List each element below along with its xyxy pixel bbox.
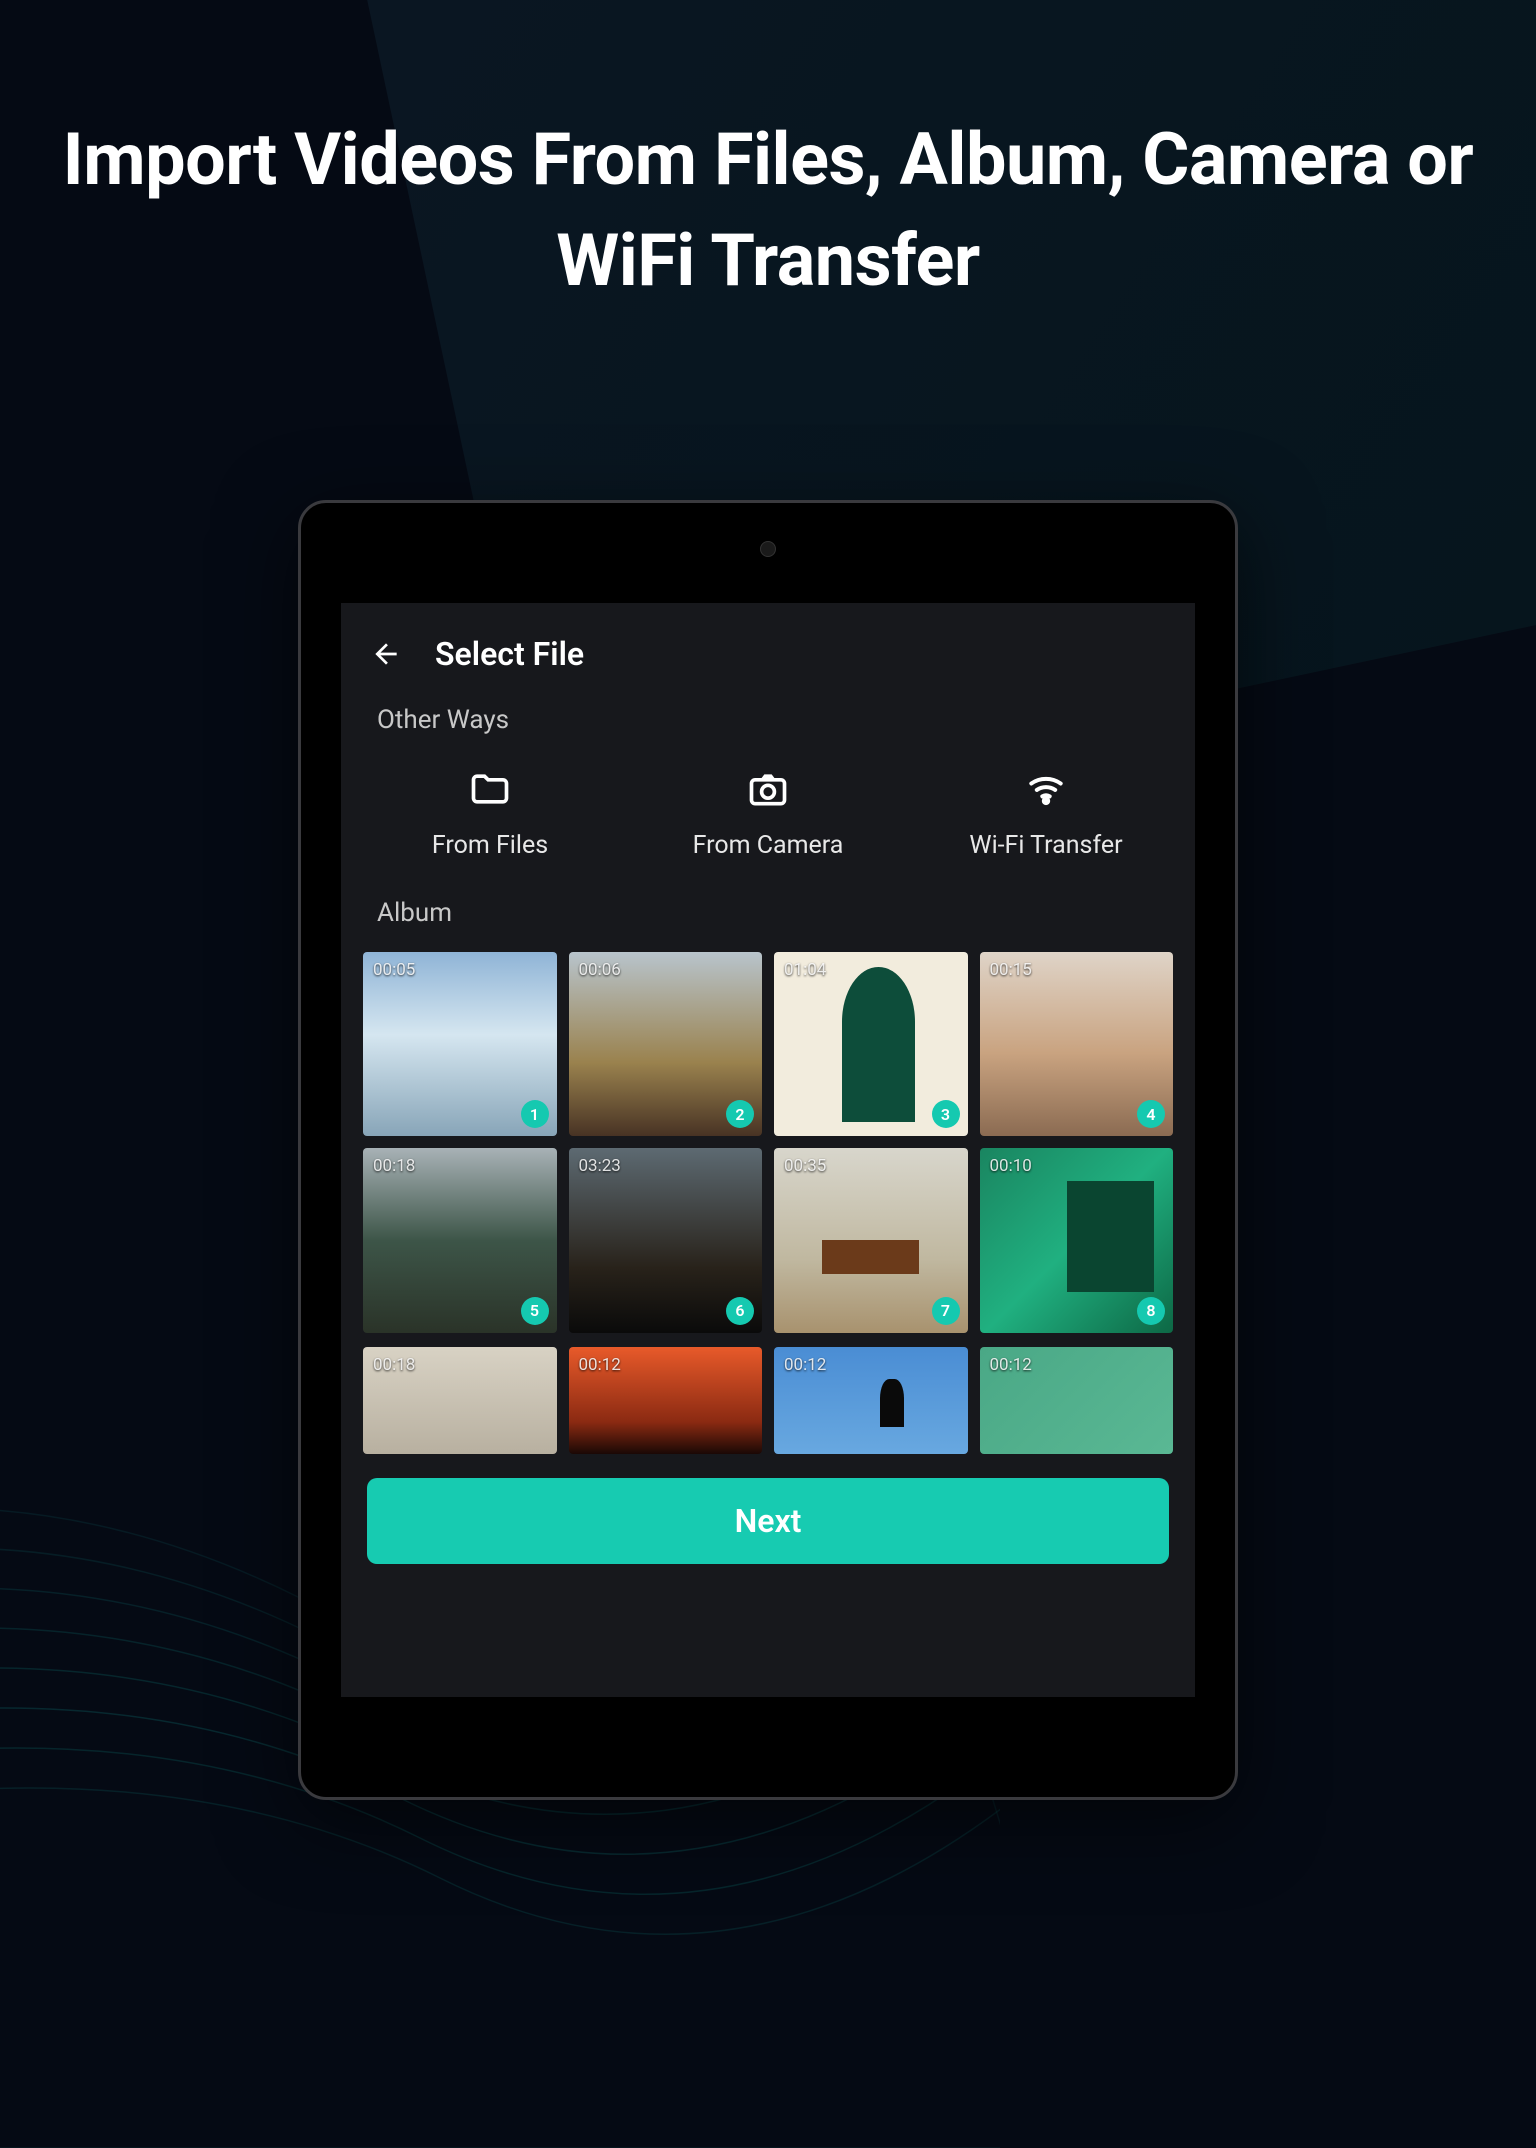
duration-label: 00:10	[990, 1156, 1032, 1176]
camera-icon	[744, 765, 792, 813]
selection-badge: 6	[726, 1297, 754, 1325]
from-files-option[interactable]: From Files	[351, 765, 629, 860]
video-thumbnail[interactable]: 00:12	[980, 1347, 1174, 1455]
selection-badge: 3	[932, 1100, 960, 1128]
video-thumbnail[interactable]: 00:35 7	[774, 1148, 968, 1332]
duration-label: 03:23	[579, 1156, 621, 1176]
duration-label: 00:12	[990, 1355, 1032, 1375]
wifi-transfer-option[interactable]: Wi-Fi Transfer	[907, 765, 1185, 860]
tablet-device-frame: Select File Other Ways From Files	[298, 500, 1238, 1800]
duration-label: 00:18	[373, 1355, 415, 1375]
marketing-headline: Import Videos From Files, Album, Camera …	[0, 0, 1536, 312]
album-grid: 00:05 1 00:062 01:04 3 00:154 00:18 5 03:23…	[341, 938, 1195, 1333]
from-files-label: From Files	[432, 831, 548, 860]
header: Select File	[341, 603, 1195, 691]
folder-icon	[466, 765, 514, 813]
video-thumbnail[interactable]: 00:154	[980, 952, 1174, 1136]
album-grid-partial: 00:18 00:12 00:12 00:12	[341, 1333, 1195, 1455]
duration-label: 00:18	[373, 1156, 415, 1176]
video-thumbnail[interactable]: 00:12	[569, 1347, 763, 1455]
video-thumbnail[interactable]: 00:18	[363, 1347, 557, 1455]
from-camera-option[interactable]: From Camera	[629, 765, 907, 860]
page-title: Select File	[435, 635, 584, 673]
section-album: Album	[341, 884, 1195, 938]
tablet-camera-dot	[760, 541, 776, 557]
video-thumbnail[interactable]: 00:10 8	[980, 1148, 1174, 1332]
video-thumbnail[interactable]: 00:062	[569, 952, 763, 1136]
duration-label: 01:04	[784, 960, 826, 980]
duration-label: 00:12	[579, 1355, 621, 1375]
duration-label: 00:15	[990, 960, 1032, 980]
app-screen: Select File Other Ways From Files	[341, 603, 1195, 1697]
selection-badge: 8	[1137, 1297, 1165, 1325]
selection-badge: 1	[521, 1100, 549, 1128]
duration-label: 00:05	[373, 960, 415, 980]
wifi-transfer-label: Wi-Fi Transfer	[969, 831, 1122, 860]
back-button[interactable]	[369, 637, 403, 671]
from-camera-label: From Camera	[693, 831, 844, 860]
video-thumbnail[interactable]: 00:05 1	[363, 952, 557, 1136]
duration-label: 00:12	[784, 1355, 826, 1375]
section-other-ways: Other Ways	[341, 691, 1195, 745]
selection-badge: 5	[521, 1297, 549, 1325]
arrow-left-icon	[370, 638, 402, 670]
video-thumbnail[interactable]: 00:12	[774, 1347, 968, 1455]
duration-label: 00:06	[579, 960, 621, 980]
video-thumbnail[interactable]: 03:23 6	[569, 1148, 763, 1332]
video-thumbnail[interactable]: 01:04 3	[774, 952, 968, 1136]
import-options-row: From Files From Camera	[341, 745, 1195, 884]
next-button[interactable]: Next	[367, 1478, 1169, 1564]
duration-label: 00:35	[784, 1156, 826, 1176]
video-thumbnail[interactable]: 00:18 5	[363, 1148, 557, 1332]
selection-badge: 7	[932, 1297, 960, 1325]
wifi-icon	[1022, 765, 1070, 813]
